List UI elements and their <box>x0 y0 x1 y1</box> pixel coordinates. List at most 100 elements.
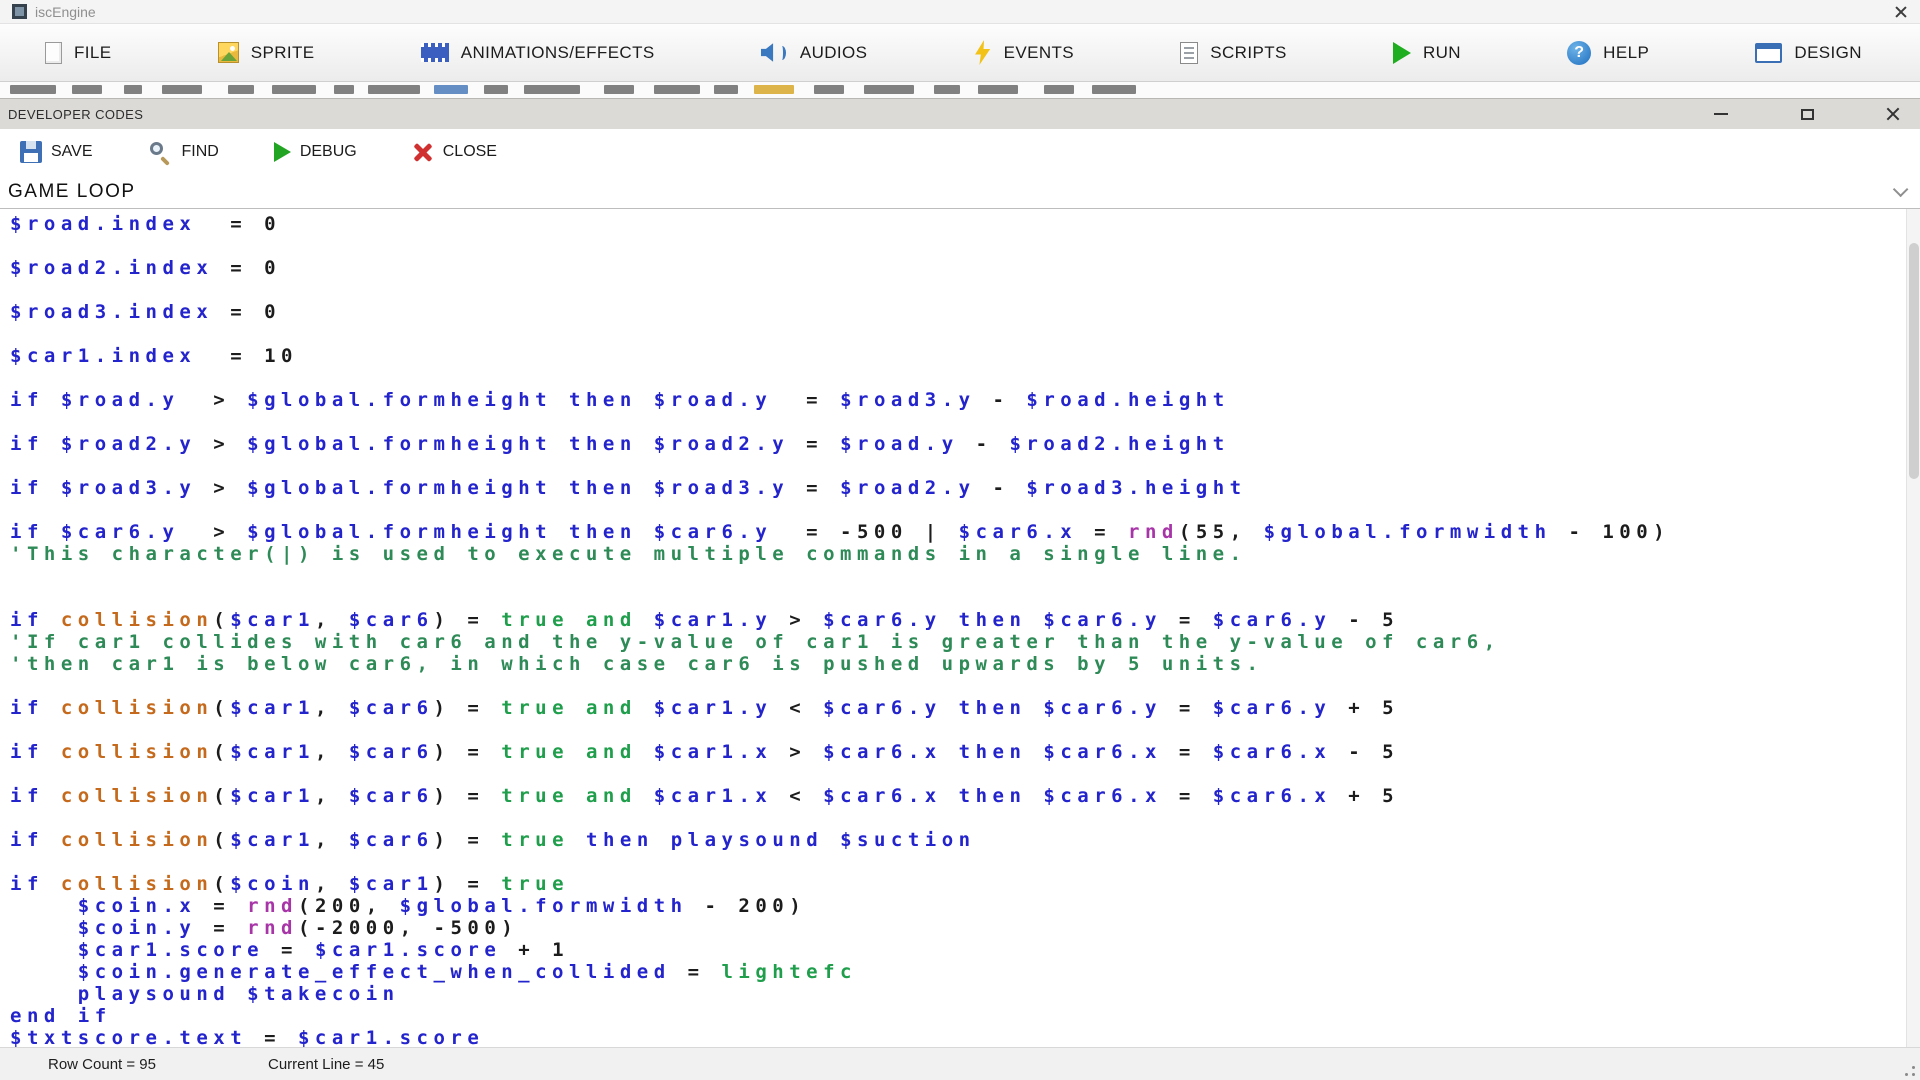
green-play-icon <box>274 142 291 162</box>
sprite-icon <box>218 42 239 63</box>
script-icon <box>1180 42 1198 64</box>
magnifier-icon <box>148 140 173 165</box>
scrollbar-thumb[interactable] <box>1909 243 1919 479</box>
code-line <box>10 323 1920 345</box>
code-line <box>10 235 1920 257</box>
developer-codes-window: DEVELOPER CODES SAVE FIND DEBUG CLOSE <box>0 98 1920 1080</box>
green-play-icon <box>1393 42 1411 64</box>
code-line <box>10 807 1920 829</box>
code-line: 'If car1 collides with car6 and the y-va… <box>10 631 1920 653</box>
code-line <box>10 455 1920 477</box>
background-window-row <box>0 82 1920 98</box>
code-line: playsound $takecoin <box>10 983 1920 1005</box>
toolbar-item-design[interactable]: DESIGN <box>1755 43 1862 63</box>
code-line: $road.index = 0 <box>10 213 1920 235</box>
chevron-down-icon[interactable] <box>1893 182 1909 198</box>
code-line: if $road3.y > $global.formheight then $r… <box>10 477 1920 499</box>
code-line: 'This character(|) is used to execute mu… <box>10 543 1920 565</box>
isc-engine-window: iscEngine FILE SPRITE ANIMATIONS/EFFECTS… <box>0 0 1920 1080</box>
code-line: if $road.y > $global.formheight then $ro… <box>10 389 1920 411</box>
window-design-icon <box>1755 43 1782 63</box>
code-line: $car1.index = 10 <box>10 345 1920 367</box>
code-line <box>10 499 1920 521</box>
app-title: iscEngine <box>35 4 96 20</box>
code-line: if collision($coin, $car1) = true <box>10 873 1920 895</box>
main-titlebar: iscEngine <box>0 0 1920 24</box>
code-line: if collision($car1, $car6) = true then p… <box>10 829 1920 851</box>
toolbar-item-label: FILE <box>74 43 112 63</box>
help-question-icon <box>1567 41 1591 65</box>
minimize-icon[interactable] <box>1704 101 1738 127</box>
status-bar: Row Count = 95 Current Line = 45 <box>0 1047 1920 1080</box>
game-loop-label: GAME LOOP <box>8 181 136 203</box>
game-loop-section-header[interactable]: GAME LOOP <box>0 175 1920 209</box>
toolbar-item-label: EVENTS <box>1004 43 1074 63</box>
lightning-icon <box>974 40 992 65</box>
toolbar-item-label: RUN <box>1423 43 1461 63</box>
code-editor[interactable]: $road.index = 0 $road2.index = 0 $road3.… <box>0 209 1920 1047</box>
code-line <box>10 411 1920 433</box>
toolbar-item-label: ANIMATIONS/EFFECTS <box>461 43 655 63</box>
code-line <box>10 587 1920 609</box>
code-lines: $road.index = 0 $road2.index = 0 $road3.… <box>0 209 1920 1047</box>
developer-toolbar: SAVE FIND DEBUG CLOSE <box>0 129 1920 175</box>
developer-codes-title: DEVELOPER CODES <box>8 107 143 122</box>
code-line: if collision($car1, $car6) = true and $c… <box>10 741 1920 763</box>
code-line: $coin.y = rnd(-2000, -500) <box>10 917 1920 939</box>
code-line: $road2.index = 0 <box>10 257 1920 279</box>
code-line <box>10 367 1920 389</box>
close-icon[interactable] <box>1876 101 1910 127</box>
debug-label: DEBUG <box>300 143 357 161</box>
code-line <box>10 675 1920 697</box>
row-count: Row Count = 95 <box>48 1056 156 1073</box>
toolbar-item-help[interactable]: HELP <box>1567 41 1649 65</box>
code-line: if collision($car1, $car6) = true and $c… <box>10 697 1920 719</box>
debug-button[interactable]: DEBUG <box>274 142 357 162</box>
floppy-save-icon <box>20 141 42 163</box>
close-button[interactable]: CLOSE <box>412 141 497 163</box>
code-line <box>10 565 1920 587</box>
main-toolbar: FILE SPRITE ANIMATIONS/EFFECTS AUDIOS EV… <box>0 24 1920 82</box>
toolbar-item-sprite[interactable]: SPRITE <box>218 42 315 63</box>
toolbar-item-audios[interactable]: AUDIOS <box>761 43 868 63</box>
toolbar-item-label: SPRITE <box>251 43 315 63</box>
find-button[interactable]: FIND <box>148 140 219 165</box>
resize-grip[interactable] <box>1900 1061 1916 1077</box>
file-icon <box>45 42 62 64</box>
save-button[interactable]: SAVE <box>20 141 93 163</box>
code-line: $car1.score = $car1.score + 1 <box>10 939 1920 961</box>
code-line: $coin.generate_effect_when_collided = li… <box>10 961 1920 983</box>
code-line: $road3.index = 0 <box>10 301 1920 323</box>
speaker-icon <box>761 43 788 63</box>
toolbar-item-label: SCRIPTS <box>1210 43 1286 63</box>
code-line: if collision($car1, $car6) = true and $c… <box>10 785 1920 807</box>
toolbar-item-scripts[interactable]: SCRIPTS <box>1180 42 1286 64</box>
find-label: FIND <box>182 143 219 161</box>
close-label: CLOSE <box>443 143 497 161</box>
toolbar-item-events[interactable]: EVENTS <box>974 40 1074 65</box>
code-line: if collision($car1, $car6) = true and $c… <box>10 609 1920 631</box>
code-line: $coin.x = rnd(200, $global.formwidth - 2… <box>10 895 1920 917</box>
code-line: if $road2.y > $global.formheight then $r… <box>10 433 1920 455</box>
code-line <box>10 763 1920 785</box>
code-line: 'then car1 is below car6, in which case … <box>10 653 1920 675</box>
toolbar-item-animations-effects[interactable]: ANIMATIONS/EFFECTS <box>421 43 655 63</box>
vertical-scrollbar[interactable] <box>1906 209 1920 1047</box>
red-x-icon <box>412 141 434 163</box>
code-line: end if <box>10 1005 1920 1027</box>
code-line: $txtscore.text = $car1.score <box>10 1027 1920 1047</box>
toolbar-item-label: DESIGN <box>1794 43 1862 63</box>
maximize-icon[interactable] <box>1790 101 1824 127</box>
toolbar-item-label: HELP <box>1603 43 1649 63</box>
code-line: if $car6.y > $global.formheight then $ca… <box>10 521 1920 543</box>
save-label: SAVE <box>51 143 93 161</box>
film-strip-icon <box>421 43 449 62</box>
developer-codes-titlebar: DEVELOPER CODES <box>0 99 1920 129</box>
toolbar-item-run[interactable]: RUN <box>1393 42 1461 64</box>
code-line <box>10 851 1920 873</box>
current-line: Current Line = 45 <box>268 1056 384 1073</box>
toolbar-item-file[interactable]: FILE <box>45 42 112 64</box>
app-icon <box>12 4 27 19</box>
close-icon[interactable] <box>1894 5 1908 19</box>
code-line <box>10 279 1920 301</box>
